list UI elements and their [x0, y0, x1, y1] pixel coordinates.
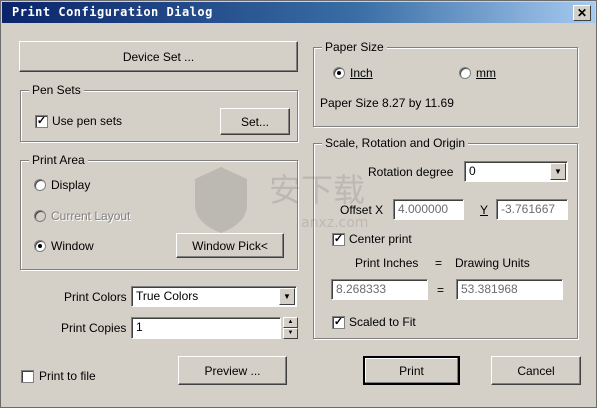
- print-copies-value: 1: [136, 320, 143, 334]
- close-button[interactable]: ✕: [573, 5, 591, 21]
- scaled-to-fit-checkbox[interactable]: ✓: [332, 316, 345, 329]
- scale-group-label: Scale, Rotation and Origin: [322, 136, 469, 150]
- print-copies-input[interactable]: 1: [131, 317, 281, 339]
- print-to-file-label: Print to file: [39, 369, 96, 383]
- cancel-button-label: Cancel: [517, 363, 555, 378]
- drawing-units-label: Drawing Units: [455, 256, 530, 270]
- drawing-units-value: 53.381968: [461, 282, 518, 296]
- checkmark-icon: ✓: [333, 316, 344, 328]
- radio-window[interactable]: [34, 240, 46, 252]
- window-pick-label: Window Pick<: [192, 238, 268, 253]
- spin-up-icon[interactable]: ▲: [283, 317, 298, 328]
- radio-inch[interactable]: [333, 67, 345, 79]
- inch-option-label: Inch: [350, 66, 373, 80]
- print-colors-select[interactable]: True Colors ▼: [131, 286, 297, 307]
- chevron-down-icon[interactable]: ▼: [279, 288, 295, 305]
- print-to-file-checkbox[interactable]: [21, 370, 34, 383]
- rotation-degree-select[interactable]: 0 ▼: [464, 161, 568, 182]
- watermark-logo: 安下载 anxz.com: [189, 159, 429, 239]
- preview-button[interactable]: Preview ...: [178, 356, 287, 385]
- checkmark-icon: ✓: [36, 115, 47, 127]
- drawing-units-field[interactable]: 53.381968: [456, 279, 563, 300]
- scaled-to-fit-label: Scaled to Fit: [349, 315, 416, 329]
- window-option-label: Window: [51, 239, 94, 253]
- pen-sets-group-label: Pen Sets: [29, 83, 84, 97]
- watermark-subtext: anxz.com: [301, 215, 368, 231]
- chevron-down-icon[interactable]: ▼: [550, 163, 566, 180]
- watermark-text: 安下载: [269, 171, 365, 209]
- print-inches-label: Print Inches: [355, 256, 419, 270]
- print-configuration-dialog: Print Configuration Dialog ✕ Device Set …: [0, 0, 597, 408]
- equals-sign: =: [437, 283, 445, 297]
- offset-y-field[interactable]: -3.761667: [496, 199, 568, 220]
- radio-current-layout: [34, 210, 46, 222]
- spin-down-icon[interactable]: ▼: [283, 328, 298, 339]
- paper-size-group-label: Paper Size: [322, 40, 387, 54]
- current-layout-option-label: Current Layout: [51, 209, 131, 223]
- rotation-degree-value: 0: [469, 164, 476, 178]
- print-inches-value: 8.268333: [336, 282, 387, 296]
- paper-size-group: Paper Size Inch mm Paper Size 8.27 by 11…: [313, 40, 578, 127]
- print-button-label: Print: [399, 363, 424, 378]
- use-pen-sets-checkbox[interactable]: ✓: [35, 115, 48, 128]
- device-set-label: Device Set ...: [122, 49, 195, 64]
- device-set-button[interactable]: Device Set ...: [19, 41, 298, 72]
- radio-mm[interactable]: [459, 67, 471, 79]
- print-colors-value: True Colors: [136, 289, 199, 303]
- pen-set-button[interactable]: Set...: [220, 108, 290, 135]
- pen-set-button-label: Set...: [240, 114, 269, 129]
- offset-y-value: -3.761667: [501, 202, 556, 216]
- mm-option-label: mm: [476, 66, 496, 80]
- print-colors-label: Print Colors: [64, 290, 127, 304]
- print-copies-label: Print Copies: [61, 321, 127, 335]
- close-icon: ✕: [576, 6, 588, 20]
- title-bar[interactable]: Print Configuration Dialog ✕: [2, 2, 595, 23]
- equals-label: =: [435, 256, 443, 270]
- paper-size-info: Paper Size 8.27 by 11.69: [320, 96, 454, 110]
- display-option-label: Display: [51, 178, 91, 192]
- print-button[interactable]: Print: [363, 356, 460, 385]
- print-area-group-label: Print Area: [29, 153, 88, 167]
- use-pen-sets-label: Use pen sets: [52, 114, 123, 128]
- dialog-title: Print Configuration Dialog: [12, 5, 213, 19]
- pen-sets-group: Pen Sets ✓ Use pen sets Set...: [20, 83, 298, 142]
- preview-button-label: Preview ...: [204, 363, 261, 378]
- offset-y-label: Y: [480, 203, 489, 217]
- radio-display[interactable]: [34, 179, 46, 191]
- print-inches-field[interactable]: 8.268333: [331, 279, 428, 300]
- cancel-button[interactable]: Cancel: [491, 356, 581, 385]
